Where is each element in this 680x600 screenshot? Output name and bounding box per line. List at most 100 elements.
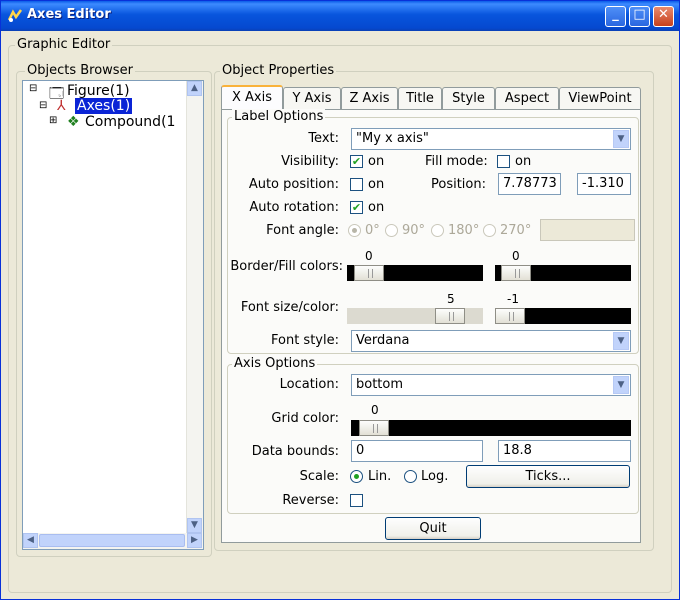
scale-log-radio[interactable]: [404, 470, 417, 483]
auto-position-on-label: on: [368, 177, 385, 192]
tab-aspect[interactable]: Aspect: [495, 87, 559, 109]
auto-position-label: Auto position:: [248, 177, 339, 192]
scale-label: Scale:: [299, 469, 339, 484]
data-bounds-max-field[interactable]: 18.8: [498, 440, 631, 462]
position-y-field[interactable]: -1.310: [577, 173, 631, 195]
objects-tree[interactable]: ⊟ 🗔 Figure(1) ⊟ ⅄ Axes(1) ⊞ ❖ Compound(1…: [22, 80, 204, 550]
data-bounds-min-field[interactable]: 0: [351, 440, 483, 462]
tree-expander-icon[interactable]: ⊟: [39, 100, 47, 111]
reverse-checkbox[interactable]: [350, 494, 363, 507]
tab-y-axis[interactable]: Y Axis: [283, 87, 341, 109]
label-options-label: Label Options: [232, 109, 326, 124]
close-button[interactable]: ✕: [653, 6, 674, 27]
slider-thumb[interactable]: [501, 265, 531, 281]
title-bar[interactable]: Axes Editor _ □ ✕: [1, 1, 679, 31]
font-angle-90-label: 90°: [402, 223, 426, 238]
font-size-value: 5: [447, 292, 455, 306]
text-value: "My x axis": [356, 131, 429, 146]
font-angle-90-radio[interactable]: [385, 224, 398, 237]
reverse-label: Reverse:: [282, 493, 339, 508]
font-color-value: -1: [507, 292, 519, 306]
object-properties-label: Object Properties: [220, 63, 337, 78]
font-color-slider[interactable]: [495, 308, 631, 324]
auto-rotation-checkbox[interactable]: ✔: [350, 201, 363, 214]
font-angle-270-label: 270°: [500, 223, 532, 238]
font-style-combo[interactable]: Verdana ▼: [351, 330, 631, 352]
font-size-slider[interactable]: [347, 308, 483, 324]
close-icon: ✕: [658, 7, 669, 22]
text-label: Text:: [308, 131, 339, 146]
minimize-icon: _: [612, 7, 619, 22]
slider-thumb[interactable]: [354, 265, 384, 281]
tab-viewpoint[interactable]: ViewPoint: [559, 87, 641, 109]
scroll-up-icon[interactable]: ▲: [187, 81, 202, 96]
font-style-label: Font style:: [271, 333, 339, 348]
scroll-left-icon[interactable]: ◀: [23, 533, 38, 548]
auto-rotation-on-label: on: [368, 200, 385, 215]
chevron-down-icon[interactable]: ▼: [613, 332, 629, 350]
axes-icon: ⅄: [57, 98, 66, 114]
axis-options-label: Axis Options: [232, 356, 318, 371]
slider-thumb[interactable]: [359, 420, 389, 436]
tree-expander-icon[interactable]: ⊟: [29, 83, 37, 94]
position-x-field[interactable]: 7.78773: [498, 173, 561, 195]
auto-position-checkbox[interactable]: [350, 178, 363, 191]
font-angle-0-label: 0°: [365, 223, 380, 238]
fill-color-slider[interactable]: [495, 265, 631, 281]
chevron-down-icon[interactable]: ▼: [613, 376, 629, 394]
grid-color-label: Grid color:: [271, 411, 339, 426]
visibility-checkbox[interactable]: ✔: [350, 155, 363, 168]
fill-mode-label: Fill mode:: [425, 154, 488, 169]
graphic-editor-label: Graphic Editor: [15, 37, 113, 52]
visibility-on-label: on: [368, 154, 385, 169]
ticks-button[interactable]: Ticks...: [466, 465, 630, 488]
tab-title[interactable]: Title: [398, 87, 442, 109]
maximize-button[interactable]: □: [629, 6, 650, 27]
axes-editor-window: Axes Editor _ □ ✕ Graphic Editor Objects…: [0, 0, 680, 600]
grid-color-slider[interactable]: [351, 420, 631, 436]
scroll-down-icon[interactable]: ▼: [187, 518, 202, 533]
tree-node-compound[interactable]: Compound(1: [85, 114, 175, 130]
minimize-button[interactable]: _: [605, 6, 626, 27]
tree-vertical-scrollbar[interactable]: ▲ ▼: [186, 81, 203, 533]
fill-mode-on-label: on: [515, 154, 532, 169]
scale-lin-label: Lin.: [368, 469, 392, 484]
maximize-icon: □: [633, 7, 646, 22]
objects-browser-label: Objects Browser: [25, 63, 135, 78]
font-size-color-label: Font size/color:: [240, 300, 339, 315]
font-angle-180-radio[interactable]: [431, 224, 444, 237]
scale-lin-radio[interactable]: [350, 470, 363, 483]
font-style-value: Verdana: [356, 333, 410, 348]
tab-z-axis[interactable]: Z Axis: [341, 87, 398, 109]
window-title: Axes Editor: [27, 7, 111, 22]
position-label: Position:: [431, 177, 486, 192]
tree-node-figure[interactable]: Figure(1): [67, 83, 130, 99]
scroll-right-icon[interactable]: ▶: [187, 533, 202, 548]
location-value: bottom: [356, 377, 404, 392]
location-combo[interactable]: bottom ▼: [351, 374, 631, 396]
font-angle-label: Font angle:: [266, 223, 339, 238]
font-angle-270-radio[interactable]: [483, 224, 496, 237]
slider-thumb[interactable]: [495, 308, 525, 324]
tree-expander-icon[interactable]: ⊞: [49, 115, 57, 126]
scroll-thumb[interactable]: [39, 534, 185, 547]
tab-style[interactable]: Style: [442, 87, 495, 109]
slider-thumb[interactable]: [435, 308, 465, 324]
tree-node-axes[interactable]: Axes(1): [75, 98, 133, 114]
grid-color-value: 0: [371, 403, 379, 417]
font-angle-0-radio[interactable]: [348, 224, 361, 237]
fill-mode-checkbox[interactable]: [497, 155, 510, 168]
scilab-icon: [7, 9, 23, 22]
text-combo[interactable]: "My x axis" ▼: [351, 128, 631, 150]
font-angle-field: [540, 219, 635, 241]
chevron-down-icon[interactable]: ▼: [613, 130, 629, 148]
data-bounds-label: Data bounds:: [251, 444, 339, 459]
compound-icon: ❖: [67, 114, 80, 130]
border-color-slider[interactable]: [347, 265, 483, 281]
tab-x-axis[interactable]: X Axis: [221, 85, 283, 110]
tree-horizontal-scrollbar[interactable]: ◀ ▶: [23, 533, 203, 549]
fill-color-value: 0: [512, 249, 520, 263]
border-color-value: 0: [365, 249, 373, 263]
visibility-label: Visibility:: [281, 154, 339, 169]
quit-button[interactable]: Quit: [385, 517, 481, 540]
